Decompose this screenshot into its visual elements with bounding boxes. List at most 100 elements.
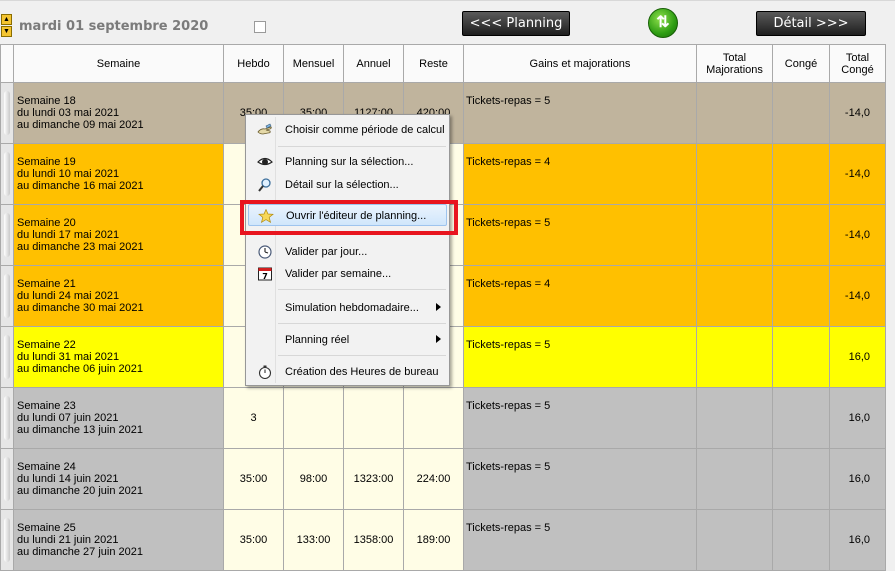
header-total-majorations[interactable]: Total Majorations xyxy=(696,44,773,83)
cell-total-majorations xyxy=(696,265,773,327)
menu-item-planning-reel[interactable]: Planning réel xyxy=(248,329,447,351)
cell-total-majorations xyxy=(696,82,773,144)
menu-item-validate-day[interactable]: Valider par jour... xyxy=(248,241,447,263)
cell-total-conge: 16,0 xyxy=(829,509,886,571)
header-total-conge[interactable]: Total Congé xyxy=(829,44,886,83)
week-number: Semaine 23 xyxy=(17,400,76,412)
cell-annuel: 1323:00 xyxy=(343,448,404,510)
cell-gains: Tickets-repas = 5 xyxy=(463,509,697,571)
cell-total-conge: -14,0 xyxy=(829,204,886,266)
row-handle[interactable] xyxy=(4,213,10,257)
menu-item-open-planning-editor[interactable]: Ouvrir l'éditeur de planning... xyxy=(248,204,447,226)
header-reste[interactable]: Reste xyxy=(403,44,464,83)
row-handle[interactable] xyxy=(4,91,10,135)
submenu-arrow-icon xyxy=(436,303,441,311)
menu-item-choose-period[interactable]: Choisir comme période de calcul xyxy=(248,119,447,141)
cell-total-majorations xyxy=(696,326,773,388)
cell-total-conge: 16,0 xyxy=(829,387,886,449)
cell-hebdo: 35:00 xyxy=(223,448,284,510)
row-selector[interactable] xyxy=(0,143,14,205)
week-number: Semaine 22 xyxy=(17,339,76,351)
menu-item-label: Valider par jour... xyxy=(285,246,368,258)
header-mensuel[interactable]: Mensuel xyxy=(283,44,344,83)
cell-conge xyxy=(772,448,830,510)
table-row[interactable]: Semaine 24 du lundi 14 juin 2021 au dimanc… xyxy=(0,448,886,510)
menu-item-weekly-simulation[interactable]: Simulation hebdomadaire... xyxy=(248,297,447,319)
cell-semaine: Semaine 23 du lundi 07 juin 2021 au dimanc… xyxy=(13,387,224,449)
cell-total-majorations xyxy=(696,143,773,205)
cell-gains: Tickets-repas = 5 xyxy=(463,326,697,388)
row-handle[interactable] xyxy=(4,335,10,379)
menu-separator xyxy=(278,355,446,356)
header-conge[interactable]: Congé xyxy=(772,44,830,83)
detail-button[interactable]: Détail >>> xyxy=(756,11,866,36)
week-start: du lundi 31 mai 2021 xyxy=(17,351,120,363)
row-selector[interactable] xyxy=(0,387,14,449)
week-number: Semaine 19 xyxy=(17,156,76,168)
header-hebdo[interactable]: Hebdo xyxy=(223,44,284,83)
row-handle[interactable] xyxy=(4,518,10,562)
cell-total-majorations xyxy=(696,204,773,266)
table-row[interactable]: Semaine 25 du lundi 21 juin 2021 au dimanc… xyxy=(0,509,886,571)
menu-item-office-hours[interactable]: Création des Heures de bureau xyxy=(248,361,447,383)
week-start: du lundi 10 mai 2021 xyxy=(17,168,120,180)
date-checkbox[interactable] xyxy=(254,21,266,33)
magnifier-icon xyxy=(258,178,271,192)
table-row[interactable]: Semaine 23 du lundi 07 juin 2021 au dimanc… xyxy=(0,387,886,449)
cell-hebdo: 35:00 xyxy=(223,509,284,571)
cell-conge xyxy=(772,265,830,327)
row-handle[interactable] xyxy=(4,396,10,440)
cell-conge xyxy=(772,509,830,571)
week-start: du lundi 03 mai 2021 xyxy=(17,107,120,119)
cell-mensuel xyxy=(283,387,344,449)
cell-hebdo: 3 xyxy=(223,387,284,449)
week-start: du lundi 17 mai 2021 xyxy=(17,229,120,241)
menu-item-label: Planning réel xyxy=(285,334,350,346)
cell-annuel: 1358:00 xyxy=(343,509,404,571)
cell-total-majorations xyxy=(696,448,773,510)
cell-conge xyxy=(772,82,830,144)
cell-mensuel: 98:00 xyxy=(283,448,344,510)
week-number: Semaine 24 xyxy=(17,461,76,473)
menu-item-planning-selection[interactable]: Planning sur la sélection... xyxy=(248,151,447,173)
hand-icon xyxy=(257,123,272,135)
row-selector[interactable] xyxy=(0,509,14,571)
cell-reste xyxy=(403,387,464,449)
header-annuel[interactable]: Annuel xyxy=(343,44,404,83)
row-selector[interactable] xyxy=(0,448,14,510)
menu-separator xyxy=(278,146,446,147)
menu-item-label: Création des Heures de bureau xyxy=(285,366,439,378)
cell-gains: Tickets-repas = 4 xyxy=(463,143,697,205)
planning-button[interactable]: <<< Planning xyxy=(462,11,570,36)
row-selector[interactable] xyxy=(0,82,14,144)
spin-up-icon[interactable]: ▲ xyxy=(1,14,12,25)
svg-text:7: 7 xyxy=(262,272,268,281)
menu-item-validate-week[interactable]: 7 Valider par semaine... xyxy=(248,263,447,285)
week-end: au dimanche 23 mai 2021 xyxy=(17,241,144,253)
row-handle[interactable] xyxy=(4,457,10,501)
cell-gains: Tickets-repas = 4 xyxy=(463,265,697,327)
header-gains[interactable]: Gains et majorations xyxy=(463,44,697,83)
menu-separator xyxy=(278,323,446,324)
cell-total-conge: 16,0 xyxy=(829,448,886,510)
cell-total-majorations xyxy=(696,387,773,449)
row-selector[interactable] xyxy=(0,265,14,327)
row-handle[interactable] xyxy=(4,274,10,318)
menu-separator xyxy=(278,201,446,202)
refresh-icon[interactable]: ⇅ xyxy=(648,8,678,38)
cell-gains: Tickets-repas = 5 xyxy=(463,82,697,144)
spin-down-icon[interactable]: ▼ xyxy=(1,26,12,37)
cell-mensuel: 133:00 xyxy=(283,509,344,571)
week-end: au dimanche 13 juin 2021 xyxy=(17,424,143,436)
row-selector[interactable] xyxy=(0,204,14,266)
cell-total-conge: -14,0 xyxy=(829,82,886,144)
menu-item-detail-selection[interactable]: Détail sur la sélection... xyxy=(248,174,447,196)
cell-gains: Tickets-repas = 5 xyxy=(463,448,697,510)
week-start: du lundi 07 juin 2021 xyxy=(17,412,119,424)
menu-item-label: Valider par semaine... xyxy=(285,268,392,280)
date-spinner[interactable]: ▲ ▼ xyxy=(1,14,13,38)
row-selector[interactable] xyxy=(0,326,14,388)
top-toolbar: ▲ ▼ mardi 01 septembre 2020 <<< Planning… xyxy=(0,0,895,44)
header-semaine[interactable]: Semaine xyxy=(13,44,224,83)
row-handle[interactable] xyxy=(4,152,10,196)
